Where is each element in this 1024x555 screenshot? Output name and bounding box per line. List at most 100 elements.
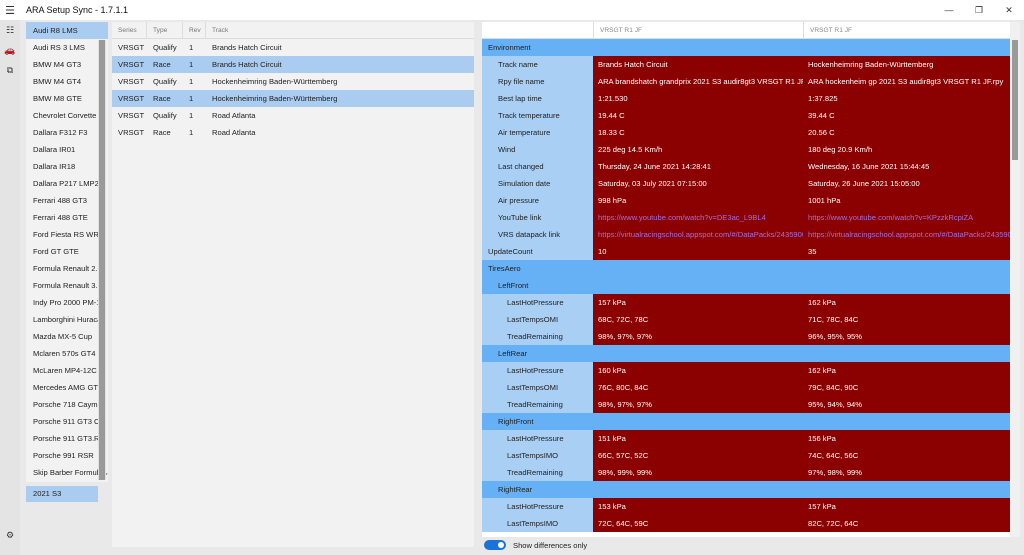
gear-icon[interactable]: ⚙ [0,525,20,545]
car-list-item[interactable]: Mazda MX-5 Cup [26,328,108,345]
car-name: Porsche 911 GT3 Cu [33,417,104,426]
setup-row[interactable]: VRSGT Race 1 Brands Hatch Circuit [112,56,474,73]
close-button[interactable]: ✕ [994,0,1024,20]
scrollbar-thumb[interactable] [99,40,105,480]
setup-cell-type: Qualify [153,43,177,52]
comparison-row: Wind 225 deg 14.5 Km/h 180 deg 20.9 Km/h [482,141,1010,158]
column-header-series[interactable]: Series [112,22,147,38]
comparison-value-left: 66C, 57C, 52C [593,447,803,464]
car-icon[interactable]: 🚗 [0,40,20,60]
setup-row[interactable]: VRSGT Qualify 1 Hockenheimring Baden-Württe… [112,73,474,90]
car-list-item[interactable]: Ford Fiesta RS WRC [26,226,108,243]
car-list-item[interactable]: Audi RS 3 LMS [26,39,108,56]
comparison-group-header[interactable]: TiresAero [482,260,1010,277]
car-list-item[interactable]: Dallara IR18 [26,158,108,175]
car-list-item[interactable]: Skip Barber Formula⌄ [26,464,108,481]
comparison-row-label: Best lap time [482,90,593,107]
column-header-type[interactable]: Type [147,22,183,38]
car-list-item[interactable]: McLaren MP4-12C G [26,362,108,379]
comparison-value-left: Saturday, 03 July 2021 07:15:00 [593,175,803,192]
car-list-item[interactable]: Porsche 718 Cayma [26,396,108,413]
comparison-value-left: 160 kPa [593,362,803,379]
comparison-value-link[interactable]: https://virtualracingschool.appspot.com/… [593,226,803,243]
toggle-bar: Show differences only [482,537,1020,553]
car-list-item[interactable]: Formula Renault 2.0 [26,260,108,277]
car-name: Ford Fiesta RS WRC [33,230,105,239]
car-name: Mazda MX-5 Cup [33,332,93,341]
comparison-group-header[interactable]: Environment [482,39,1010,56]
car-list-item[interactable]: Ferrari 488 GTE [26,209,108,226]
setup-cell-rev: 1 [189,128,194,137]
comparison-value-link[interactable]: https://www.youtube.com/watch?v=KPzzkRcp… [803,209,1010,226]
car-list-item[interactable]: Porsche 911 GT3.R [26,430,108,447]
comparison-row-label: LastHotPressure [482,294,593,311]
car-list-item[interactable]: Porsche 991 RSR [26,447,108,464]
maximize-button[interactable]: ❐ [964,0,994,20]
setup-cell-rev: 1 [189,43,194,52]
setup-row[interactable]: VRSGT Race 1 Hockenheimring Baden-Württembe… [112,90,474,107]
comparison-group-header[interactable]: LeftRear [482,345,1010,362]
car-name: McLaren MP4-12C G [33,366,105,375]
car-list-item[interactable]: Dallara P217 LMP2 [26,175,108,192]
copy-icon[interactable]: ⧉ [0,60,20,80]
scrollbar-thumb[interactable] [1012,40,1018,160]
car-list-item[interactable]: Dallara IR01 [26,141,108,158]
car-name: Lamborghini Huraca [33,315,102,324]
comparison-row: LastHotPressure 157 kPa 162 kPa [482,294,1010,311]
setup-cell-series: VRSGT [118,128,145,137]
car-list-item[interactable]: Chevrolet Corvette C [26,107,108,124]
comparison-row: UpdateCount 10 35 [482,243,1010,260]
comparison-row-label: Track name [482,56,593,73]
comparison-value-link[interactable]: https://virtualracingschool.appspot.com/… [803,226,1010,243]
comparison-value-link[interactable]: https://www.youtube.com/watch?v=DE3ac_L9… [593,209,803,226]
comparison-value-left: 153 kPa [593,498,803,515]
hamburger-icon[interactable]: ☰ [0,0,20,20]
setup-row[interactable]: VRSGT Qualify 1 Brands Hatch Circuit [112,39,474,56]
comparison-group-header[interactable]: RightFront [482,413,1010,430]
car-list-item[interactable]: BMW M4 GT3 [26,56,108,73]
car-name: Ferrari 488 GT3 [33,196,88,205]
comparison-value-right: 20.56 C [803,124,1010,141]
car-list-item[interactable]: Formula Renault 3.5 [26,277,108,294]
car-list-item[interactable]: Lamborghini Huraca [26,311,108,328]
car-list-item[interactable]: Mercedes AMG GT3 [26,379,108,396]
comparison-value-left: 151 kPa [593,430,803,447]
comparison-value-left: 10 [593,243,803,260]
list-icon[interactable]: ☷ [0,20,20,40]
car-list-item[interactable]: Mclaren 570s GT4 [26,345,108,362]
car-list-item[interactable]: BMW M4 GT4 [26,73,108,90]
comparison-row: Best lap time 1:21.530 1:37.825 [482,90,1010,107]
car-name: Porsche 991 RSR [33,451,94,460]
comparison-row-label: LastTempsOMI [482,379,593,396]
car-list-item[interactable]: Ferrari 488 GT3 [26,192,108,209]
car-name: Dallara F312 F3 [33,128,88,137]
car-list-scrollbar[interactable] [98,40,106,480]
column-header-rev[interactable]: Rev [183,22,206,38]
setup-row[interactable]: VRSGT Race 1 Road Atlanta [112,124,474,141]
car-name: Porsche 718 Cayma [33,400,102,409]
comparison-scrollbar[interactable] [1010,22,1020,537]
car-name: Dallara IR01 [33,145,76,154]
comparison-group-header[interactable]: RightRear [482,481,1010,498]
title-bar: ☰ ARA Setup Sync - 1.7.1.1 — ❐ ✕ [0,0,1024,20]
show-differences-toggle[interactable] [484,540,506,550]
season-item[interactable]: 2021 S3 [26,486,98,502]
car-list-item[interactable]: Audi R8 LMS [26,22,108,39]
comparison-row-label: LastHotPressure [482,430,593,447]
setup-table: Series Type Rev Track VRSGT Qualify 1 Brand… [112,22,474,547]
column-header-track[interactable]: Track [206,22,474,38]
comparison-value-right: 180 deg 20.9 Km/h [803,141,1010,158]
comparison-value-left: ARA brandshatch grandprix 2021 S3 audir8… [593,73,803,90]
car-list-item[interactable]: Dallara F312 F3 [26,124,108,141]
setup-row[interactable]: VRSGT Qualify 1 Road Atlanta [112,107,474,124]
car-list-item[interactable]: Porsche 911 GT3 Cu [26,413,108,430]
minimize-button[interactable]: — [934,0,964,20]
car-list-item[interactable]: Indy Pro 2000 PM-1 [26,294,108,311]
car-list-item[interactable]: BMW M8 GTE [26,90,108,107]
comparison-value-left: 76C, 80C, 84C [593,379,803,396]
comparison-row: Air pressure 998 hPa 1001 hPa [482,192,1010,209]
comparison-group-header[interactable]: LeftFront [482,277,1010,294]
setup-rows: VRSGT Qualify 1 Brands Hatch Circuit VRSGT Ra… [112,39,474,141]
car-list: Audi R8 LMS Audi RS 3 LMS BMW M4 GT3 BMW M4… [26,22,108,482]
car-list-item[interactable]: Ford GT GTE [26,243,108,260]
